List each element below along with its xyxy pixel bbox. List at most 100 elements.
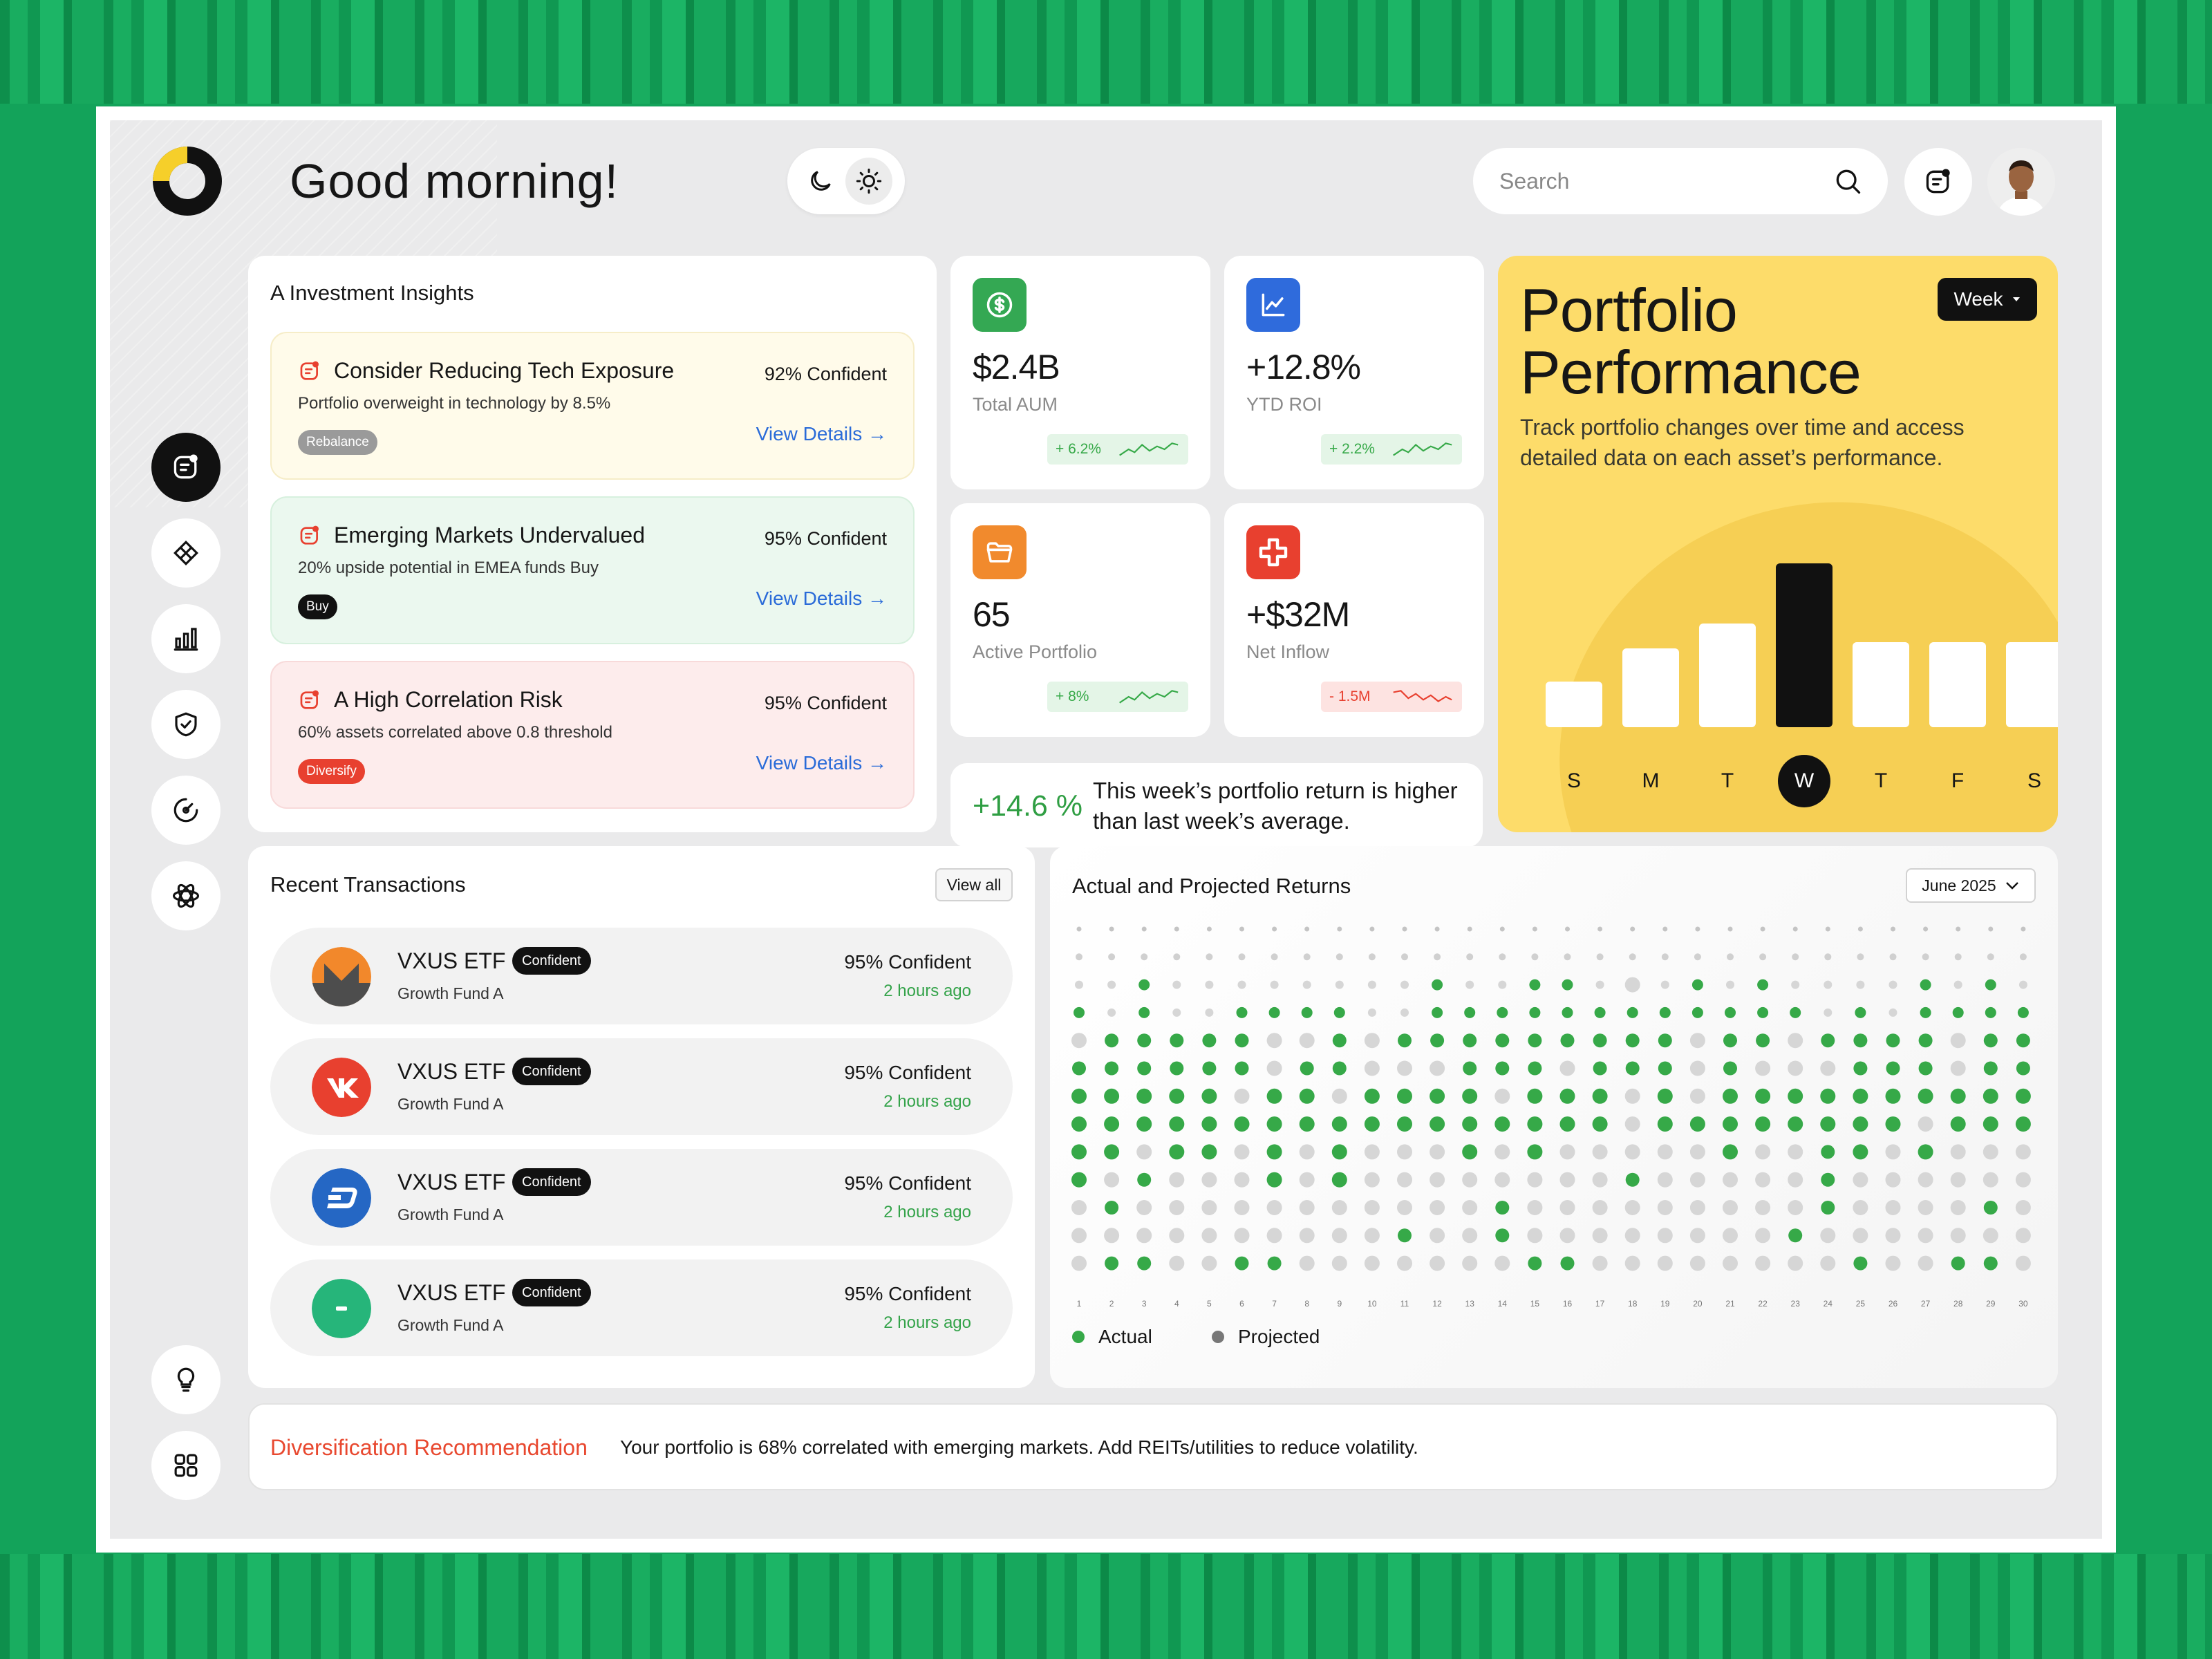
theme-toggle[interactable] [787,148,905,214]
nav-dashboard[interactable] [151,433,221,502]
return-dot [1364,1144,1380,1160]
return-dot [1332,1061,1347,1076]
sun-icon[interactable] [845,158,892,205]
performance-bar[interactable] [1699,624,1756,727]
return-dot [1757,979,1769,991]
view-details-link[interactable]: View Details → [756,588,887,610]
return-dot [1271,953,1278,961]
return-dot [1076,953,1082,961]
return-dot [1136,1144,1152,1160]
performance-bar[interactable] [2006,642,2058,727]
search-input[interactable] [1499,165,1817,198]
nav-performance[interactable] [151,776,221,845]
transaction-row[interactable]: VXUS ETF Confident Growth Fund A 95% Confid… [270,1149,1013,1246]
nav-network[interactable] [151,861,221,930]
return-dot [1853,1033,1868,1048]
search-icon[interactable] [1833,166,1863,196]
day-label[interactable]: F [1931,755,1984,807]
return-dot [1527,1228,1543,1244]
return-dot [1824,980,1833,989]
return-dot [1105,1201,1119,1215]
return-dot [1689,1255,1705,1271]
nav-apps[interactable] [151,1431,221,1500]
chart-line-icon [1246,278,1300,332]
return-dot [1499,926,1505,932]
view-details-link[interactable]: View Details → [756,423,887,445]
return-dot [1462,1228,1478,1244]
day-label[interactable]: M [1624,755,1677,807]
performance-bar[interactable] [1853,642,1909,727]
return-dot [1400,980,1409,989]
message-icon [300,361,319,380]
return-dot [1920,979,1931,991]
avatar[interactable] [1987,148,2055,216]
grid-icon [174,1454,198,1477]
return-dot [1302,980,1311,989]
day-tick-label: 18 [1628,1299,1638,1309]
view-details-link[interactable]: View Details → [756,752,887,774]
transaction-row[interactable]: VXUS ETF Confident Growth Fund A 95% Confid… [270,1259,1013,1356]
notifications-button[interactable] [1904,148,1972,216]
performance-bar[interactable] [1776,563,1833,727]
return-dot [1983,1088,1998,1104]
return-dot [1885,1255,1901,1271]
return-dot [1723,1144,1738,1160]
return-dot [1853,1116,1868,1132]
day-tick-label: 17 [1595,1299,1605,1309]
return-dot [1463,1033,1477,1048]
return-dot [1201,1200,1217,1215]
transaction-fund: Growth Fund A [397,984,504,1002]
return-dot [1788,1144,1803,1160]
transaction-name: VXUS ETF [397,1170,506,1194]
return-dot [1791,980,1800,989]
performance-bar[interactable] [1622,648,1679,727]
return-dot [1235,1033,1249,1048]
transaction-row[interactable]: VXUS ETF Confident Growth Fund A 95% Confid… [270,928,1013,1024]
return-dot [1170,1061,1184,1076]
return-dot [1624,1116,1640,1132]
performance-bar[interactable] [1546,682,1602,727]
performance-bar[interactable] [1929,642,1986,727]
return-dot [1824,953,1832,961]
return-dot [1755,1088,1771,1104]
return-dot [1950,1200,1966,1215]
return-dot [1950,1116,1966,1132]
nav-security[interactable] [151,690,221,759]
day-label[interactable]: S [1548,755,1600,807]
moon-icon[interactable] [798,159,843,203]
transaction-row[interactable]: VXUS ETF Confident Growth Fund A 95% Confid… [270,1038,1013,1135]
nav-ideas[interactable] [151,1345,221,1414]
day-label[interactable]: T [1701,755,1754,807]
return-dot [1494,1116,1510,1132]
day-label[interactable]: W [1778,755,1830,807]
nav-assets[interactable] [151,518,221,588]
return-dot [1205,980,1214,989]
return-dot [1853,1144,1868,1160]
return-dot [1266,1200,1282,1215]
insight-card: Consider Reducing Tech Exposure Portfolio… [270,332,915,480]
transaction-time: 2 hours ago [883,1313,971,1332]
return-dot [1367,1008,1376,1017]
return-dot [1239,926,1244,932]
day-tick-label: 20 [1693,1299,1703,1309]
return-dot [1691,1006,1703,1018]
insight-tag: Buy [298,594,337,619]
return-dot [1301,1006,1313,1018]
recent-transactions: Recent Transactions View all VXUS ETF Con… [248,846,1035,1388]
day-label[interactable]: T [1855,755,1907,807]
transaction-name: VXUS ETF [397,948,506,973]
return-dot [1952,1006,1964,1018]
day-label[interactable]: S [2008,755,2058,807]
return-dot [1820,1255,1836,1271]
return-dot [1332,1033,1347,1048]
period-dropdown[interactable]: Week [1938,278,2037,321]
nav-analytics[interactable] [151,604,221,673]
view-all-button[interactable]: View all [935,868,1013,901]
return-dot [1335,980,1344,989]
return-dot [1169,1088,1185,1104]
portfolio-performance: Portfolio Performance Week Track portfol… [1498,256,2058,832]
return-dot [1853,1200,1868,1215]
return-dot [1432,979,1443,991]
return-dot [1885,1228,1901,1244]
search-bar[interactable] [1473,148,1888,214]
